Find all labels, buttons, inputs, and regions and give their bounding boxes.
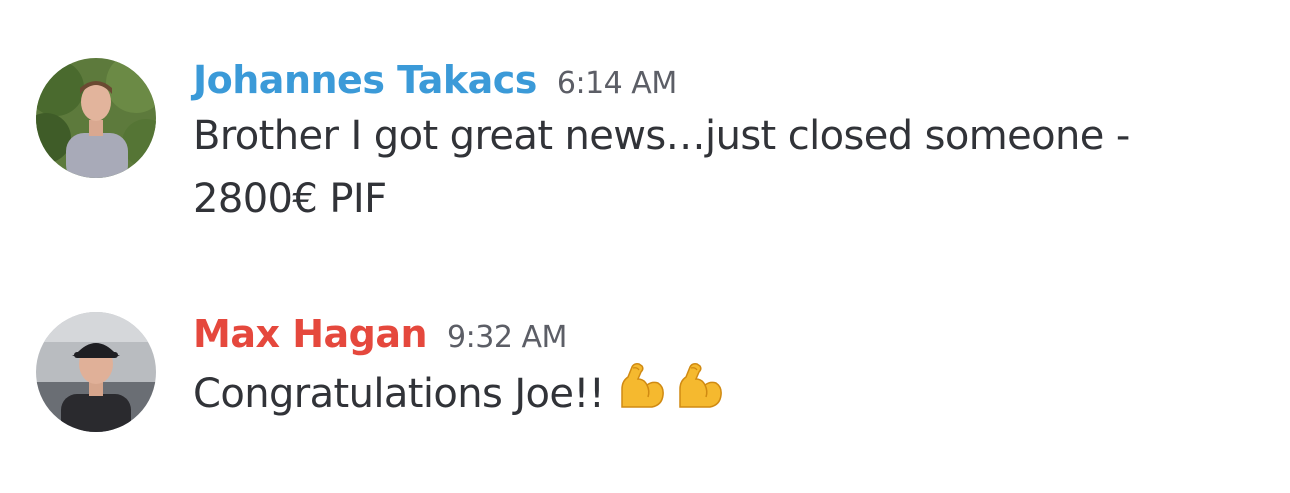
message-content: Johannes Takacs 6:14 AM Brother I got gre… [193, 58, 1253, 231]
message-text-content: Congratulations Joe!! [193, 371, 605, 417]
message-text: Congratulations Joe!! [193, 359, 1253, 432]
flexed-biceps-icon[interactable] [672, 359, 726, 413]
message-text-line: Congratulations Joe!! [193, 359, 1253, 432]
avatar[interactable] [36, 312, 156, 432]
message-content: Max Hagan 9:32 AM Congratulations Joe!! [193, 312, 1253, 432]
author-name[interactable]: Max Hagan [193, 312, 428, 356]
message-text: Brother I got great news…just closed som… [193, 105, 1253, 231]
message-text-line: Brother I got great news…just closed som… [193, 113, 1130, 159]
timestamp: 9:32 AM [447, 320, 567, 355]
message-header: Johannes Takacs 6:14 AM [193, 58, 1253, 102]
timestamp: 6:14 AM [556, 66, 677, 101]
emoji-group [614, 359, 730, 432]
avatar[interactable] [36, 58, 156, 178]
author-name[interactable]: Johannes Takacs [193, 58, 537, 102]
avatar-image [36, 312, 156, 432]
flexed-biceps-icon[interactable] [614, 359, 668, 413]
message-text-line: 2800€ PIF [193, 176, 387, 222]
avatar-image [36, 58, 156, 178]
message-header: Max Hagan 9:32 AM [193, 312, 1253, 356]
